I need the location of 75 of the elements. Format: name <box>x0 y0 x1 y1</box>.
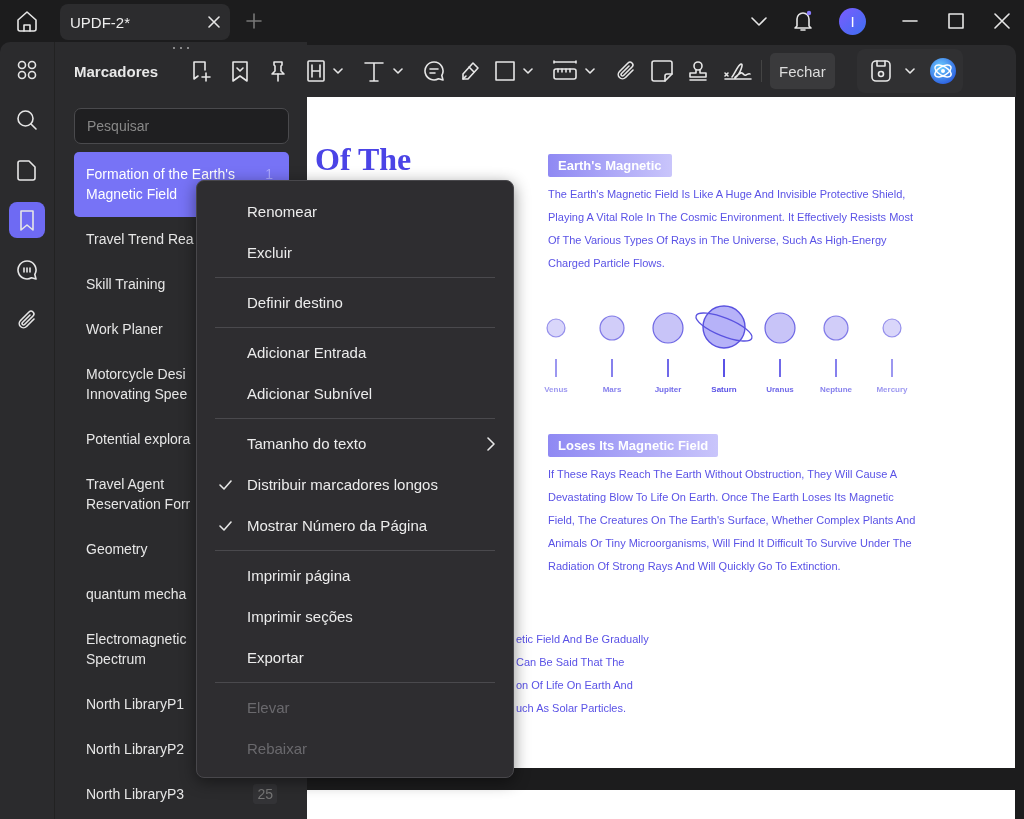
avatar[interactable]: I <box>839 7 866 35</box>
section-title: Loses Its Magnetic Field <box>548 434 719 457</box>
search-field[interactable]: Pesquisar <box>74 108 289 144</box>
caret-icon[interactable] <box>393 68 403 74</box>
document-heading: Of The <box>315 141 413 177</box>
page-icon <box>16 159 38 181</box>
drag-handle-icon[interactable] <box>171 46 191 50</box>
caret-icon[interactable] <box>904 68 915 74</box>
planet-name: Mercury <box>876 385 908 394</box>
planet-drawing <box>823 315 849 341</box>
maximize-icon[interactable] <box>948 13 964 29</box>
paragraph-line: etic Field And Be Gradually <box>516 632 650 647</box>
menu-item[interactable]: Adicionar Subnível <box>215 373 495 414</box>
comment-icon <box>16 259 38 281</box>
bookmark-item[interactable]: North LibraryP3 25 <box>74 772 289 817</box>
sticky-note-icon[interactable] <box>651 60 673 82</box>
close-icon[interactable] <box>994 13 1010 29</box>
planet-drawing <box>546 318 566 338</box>
text-icon[interactable] <box>363 60 385 82</box>
caret-icon[interactable] <box>523 68 533 74</box>
section-paragraph: The Earth's Magnetic Field Is Like A Huge And Invisible Protective Shield, Playing A Vital Role In The Cosmic Environment. It Effectively Resists Most Of The Various Types Of Rays in The Universe, Such As High-Energy Charged Particle Flows. <box>548 187 914 271</box>
rectangle-icon[interactable] <box>495 61 515 81</box>
planet-name: Mars <box>602 385 622 394</box>
comment-icon[interactable] <box>423 60 445 82</box>
tab-title: UPDF-2* <box>70 13 130 31</box>
paperclip-icon[interactable] <box>615 60 637 82</box>
sidebar-bookmark-button[interactable] <box>9 202 45 238</box>
ringed-planet-drawing <box>693 305 755 351</box>
add-bookmark-icon[interactable] <box>191 60 212 82</box>
ai-assistant-icon[interactable] <box>928 57 957 85</box>
caret-icon[interactable] <box>333 68 343 74</box>
bookmark-x-icon[interactable] <box>231 60 250 82</box>
close-button[interactable]: Fechar <box>770 53 835 89</box>
paragraph-line: on Of Life On Earth And <box>516 678 634 693</box>
stamp-icon[interactable] <box>687 60 709 82</box>
planet-drawing <box>764 312 796 344</box>
menu-item[interactable]: Tamanho do texto <box>215 423 495 464</box>
section-paragraph: If These Rays Reach The Earth Without Obstruction, They Will Cause A Devastating Blow To Life On Earth. Once The Earth Loses Its Magnetic Field, The Creatures On The Earth's Surface, Whether Complex Plants And Animals Or Tiny Microorganisms, Will Find It Difficult To Survive Under The Radiation Of Strong Rays And Will Quickly Go To Extinction. <box>548 467 917 574</box>
paperclip-icon <box>16 309 38 331</box>
planet-name: Jupiter <box>654 385 682 394</box>
planet-drawing <box>652 312 684 344</box>
planet-name: Uranus <box>766 385 794 394</box>
section-title: Earth's Magnetic <box>548 154 672 177</box>
bell-icon[interactable] <box>793 10 813 32</box>
menu-item[interactable]: Excluir <box>215 232 495 273</box>
ruler-icon[interactable] <box>553 60 577 82</box>
planet-name: Venus <box>544 385 568 394</box>
caret-icon[interactable] <box>585 68 595 74</box>
menu-item[interactable]: Definir destino <box>215 282 495 323</box>
menu-item[interactable]: Exportar <box>215 637 495 678</box>
pin-icon[interactable] <box>269 60 288 82</box>
paragraph-line: Can Be Said That The <box>516 655 626 670</box>
menu-item[interactable]: Imprimir página <box>215 555 495 596</box>
planet-name: Saturn <box>711 385 737 394</box>
heading-icon[interactable] <box>307 60 325 82</box>
chevron-down-icon[interactable] <box>751 16 767 26</box>
pencil-icon[interactable] <box>459 60 481 82</box>
menu-item[interactable]: Imprimir seções <box>215 596 495 637</box>
menu-item[interactable]: Mostrar Número da Página <box>215 505 495 546</box>
panel-title: Marcadores <box>74 62 159 80</box>
paragraph-line: uch As Solar Particles. <box>516 701 628 716</box>
menu-item[interactable]: Distribuir marcadores longos <box>215 464 495 505</box>
document-tab[interactable]: UPDF-2* <box>60 4 230 40</box>
close-icon[interactable] <box>208 16 220 28</box>
home-icon[interactable] <box>16 10 38 32</box>
save-icon[interactable] <box>870 60 891 82</box>
signature-icon[interactable] <box>723 60 753 82</box>
search-icon <box>16 109 38 131</box>
planet-name: Neptune <box>820 385 852 394</box>
planet-drawing <box>599 315 625 341</box>
plus-icon[interactable] <box>246 13 262 29</box>
page-number: 25 <box>253 784 277 804</box>
planet-drawing <box>882 318 902 338</box>
apps-icon <box>16 59 38 81</box>
menu-item[interactable]: Adicionar Entrada <box>215 332 495 373</box>
